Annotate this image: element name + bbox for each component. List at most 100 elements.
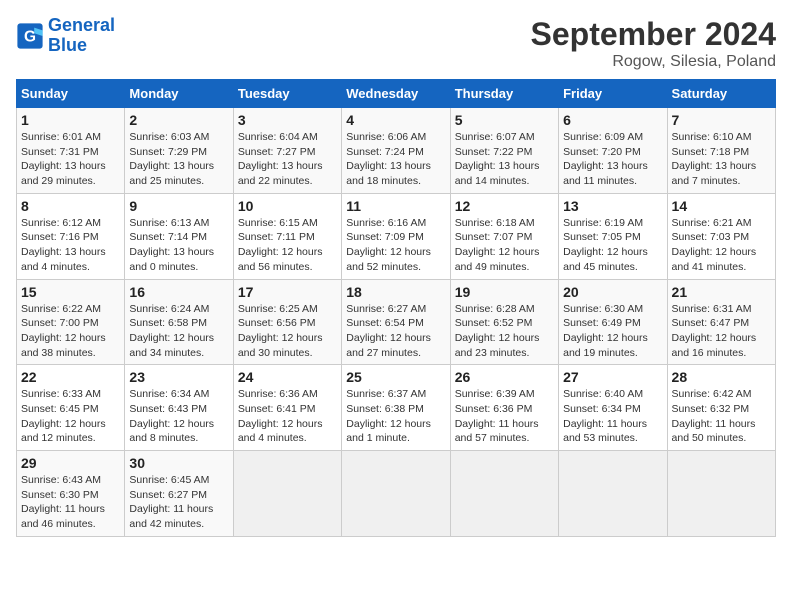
page-header: G General Blue September 2024 Rogow, Sil… [16,16,776,71]
day-number: 17 [238,284,337,300]
calendar-cell: 18 Sunrise: 6:27 AM Sunset: 6:54 PM Dayli… [342,279,450,365]
day-number: 26 [455,369,554,385]
calendar-cell: 30 Sunrise: 6:45 AM Sunset: 6:27 PM Dayli… [125,451,233,537]
day-info: Sunrise: 6:01 AM Sunset: 7:31 PM Dayligh… [21,130,120,189]
day-number: 21 [672,284,771,300]
day-info: Sunrise: 6:18 AM Sunset: 7:07 PM Dayligh… [455,216,554,275]
day-info: Sunrise: 6:25 AM Sunset: 6:56 PM Dayligh… [238,302,337,361]
col-header-thursday: Thursday [450,80,558,108]
calendar-cell: 29 Sunrise: 6:43 AM Sunset: 6:30 PM Dayli… [17,451,125,537]
day-info: Sunrise: 6:27 AM Sunset: 6:54 PM Dayligh… [346,302,445,361]
calendar-cell: 25 Sunrise: 6:37 AM Sunset: 6:38 PM Dayli… [342,365,450,451]
day-number: 1 [21,112,120,128]
calendar-cell: 15Sunrise: 6:22 AM Sunset: 7:00 PM Dayli… [17,279,125,365]
day-info: Sunrise: 6:45 AM Sunset: 6:27 PM Dayligh… [129,473,228,532]
day-number: 18 [346,284,445,300]
calendar-cell [342,451,450,537]
logo-text: General Blue [48,16,115,56]
page-title: September 2024 [531,16,776,53]
day-number: 22 [21,369,120,385]
page-subtitle: Rogow, Silesia, Poland [531,53,776,71]
calendar-cell: 5 Sunrise: 6:07 AM Sunset: 7:22 PM Daylig… [450,108,558,194]
calendar-cell: 16 Sunrise: 6:24 AM Sunset: 6:58 PM Dayli… [125,279,233,365]
calendar-cell: 11 Sunrise: 6:16 AM Sunset: 7:09 PM Dayli… [342,193,450,279]
day-info: Sunrise: 6:39 AM Sunset: 6:36 PM Dayligh… [455,387,554,446]
day-number: 10 [238,198,337,214]
day-number: 20 [563,284,662,300]
calendar-week-row: 29 Sunrise: 6:43 AM Sunset: 6:30 PM Dayli… [17,451,776,537]
day-info: Sunrise: 6:16 AM Sunset: 7:09 PM Dayligh… [346,216,445,275]
calendar-cell [233,451,341,537]
calendar-cell: 2Sunrise: 6:03 AM Sunset: 7:29 PM Daylig… [125,108,233,194]
day-info: Sunrise: 6:30 AM Sunset: 6:49 PM Dayligh… [563,302,662,361]
calendar-cell: 27 Sunrise: 6:40 AM Sunset: 6:34 PM Dayli… [559,365,667,451]
day-info: Sunrise: 6:21 AM Sunset: 7:03 PM Dayligh… [672,216,771,275]
day-number: 27 [563,369,662,385]
calendar-cell: 17 Sunrise: 6:25 AM Sunset: 6:56 PM Dayli… [233,279,341,365]
day-number: 7 [672,112,771,128]
calendar-cell: 23 Sunrise: 6:34 AM Sunset: 6:43 PM Dayli… [125,365,233,451]
day-info: Sunrise: 6:19 AM Sunset: 7:05 PM Dayligh… [563,216,662,275]
calendar-cell: 12Sunrise: 6:18 AM Sunset: 7:07 PM Dayli… [450,193,558,279]
day-info: Sunrise: 6:36 AM Sunset: 6:41 PM Dayligh… [238,387,337,446]
day-number: 5 [455,112,554,128]
col-header-tuesday: Tuesday [233,80,341,108]
day-number: 3 [238,112,337,128]
day-info: Sunrise: 6:43 AM Sunset: 6:30 PM Dayligh… [21,473,120,532]
calendar-cell: 19Sunrise: 6:28 AM Sunset: 6:52 PM Dayli… [450,279,558,365]
calendar-cell: 22 Sunrise: 6:33 AM Sunset: 6:45 PM Dayli… [17,365,125,451]
calendar-cell [450,451,558,537]
day-number: 13 [563,198,662,214]
calendar-cell: 6Sunrise: 6:09 AM Sunset: 7:20 PM Daylig… [559,108,667,194]
calendar-cell: 13 Sunrise: 6:19 AM Sunset: 7:05 PM Dayli… [559,193,667,279]
day-info: Sunrise: 6:40 AM Sunset: 6:34 PM Dayligh… [563,387,662,446]
day-info: Sunrise: 6:07 AM Sunset: 7:22 PM Dayligh… [455,130,554,189]
day-info: Sunrise: 6:22 AM Sunset: 7:00 PM Dayligh… [21,302,120,361]
calendar-cell: 7Sunrise: 6:10 AM Sunset: 7:18 PM Daylig… [667,108,775,194]
calendar-cell: 3Sunrise: 6:04 AM Sunset: 7:27 PM Daylig… [233,108,341,194]
calendar-cell: 10 Sunrise: 6:15 AM Sunset: 7:11 PM Dayli… [233,193,341,279]
calendar-week-row: 8 Sunrise: 6:12 AM Sunset: 7:16 PM Daylig… [17,193,776,279]
day-number: 16 [129,284,228,300]
calendar-table: SundayMondayTuesdayWednesdayThursdayFrid… [16,79,776,537]
day-info: Sunrise: 6:28 AM Sunset: 6:52 PM Dayligh… [455,302,554,361]
day-info: Sunrise: 6:13 AM Sunset: 7:14 PM Dayligh… [129,216,228,275]
calendar-cell: 1 Sunrise: 6:01 AM Sunset: 7:31 PM Daylig… [17,108,125,194]
day-number: 30 [129,455,228,471]
col-header-friday: Friday [559,80,667,108]
calendar-cell: 20 Sunrise: 6:30 AM Sunset: 6:49 PM Dayli… [559,279,667,365]
col-header-wednesday: Wednesday [342,80,450,108]
logo: G General Blue [16,16,115,56]
calendar-cell: 21Sunrise: 6:31 AM Sunset: 6:47 PM Dayli… [667,279,775,365]
calendar-cell: 24 Sunrise: 6:36 AM Sunset: 6:41 PM Dayli… [233,365,341,451]
calendar-week-row: 22 Sunrise: 6:33 AM Sunset: 6:45 PM Dayli… [17,365,776,451]
day-number: 4 [346,112,445,128]
calendar-cell: 4Sunrise: 6:06 AM Sunset: 7:24 PM Daylig… [342,108,450,194]
day-number: 24 [238,369,337,385]
logo-icon: G [16,22,44,50]
day-info: Sunrise: 6:37 AM Sunset: 6:38 PM Dayligh… [346,387,445,446]
calendar-cell [667,451,775,537]
calendar-cell: 14Sunrise: 6:21 AM Sunset: 7:03 PM Dayli… [667,193,775,279]
day-info: Sunrise: 6:12 AM Sunset: 7:16 PM Dayligh… [21,216,120,275]
calendar-cell: 26 Sunrise: 6:39 AM Sunset: 6:36 PM Dayli… [450,365,558,451]
day-info: Sunrise: 6:34 AM Sunset: 6:43 PM Dayligh… [129,387,228,446]
day-number: 23 [129,369,228,385]
day-number: 9 [129,198,228,214]
day-info: Sunrise: 6:03 AM Sunset: 7:29 PM Dayligh… [129,130,228,189]
calendar-cell: 8 Sunrise: 6:12 AM Sunset: 7:16 PM Daylig… [17,193,125,279]
day-number: 11 [346,198,445,214]
day-number: 29 [21,455,120,471]
day-info: Sunrise: 6:24 AM Sunset: 6:58 PM Dayligh… [129,302,228,361]
day-number: 25 [346,369,445,385]
col-header-monday: Monday [125,80,233,108]
day-info: Sunrise: 6:42 AM Sunset: 6:32 PM Dayligh… [672,387,771,446]
calendar-header-row: SundayMondayTuesdayWednesdayThursdayFrid… [17,80,776,108]
calendar-week-row: 1 Sunrise: 6:01 AM Sunset: 7:31 PM Daylig… [17,108,776,194]
calendar-cell: 28Sunrise: 6:42 AM Sunset: 6:32 PM Dayli… [667,365,775,451]
title-block: September 2024 Rogow, Silesia, Poland [531,16,776,71]
day-info: Sunrise: 6:15 AM Sunset: 7:11 PM Dayligh… [238,216,337,275]
calendar-week-row: 15Sunrise: 6:22 AM Sunset: 7:00 PM Dayli… [17,279,776,365]
day-number: 8 [21,198,120,214]
day-info: Sunrise: 6:33 AM Sunset: 6:45 PM Dayligh… [21,387,120,446]
